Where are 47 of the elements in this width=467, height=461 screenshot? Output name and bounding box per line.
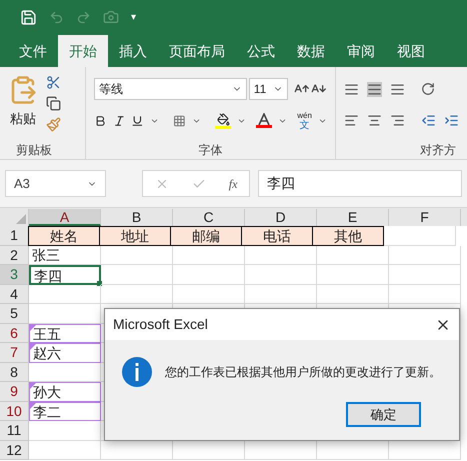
row-header[interactable]: 7 [0, 343, 29, 362]
ribbon-tab[interactable]: 页面布局 [158, 35, 236, 67]
row-header[interactable]: 9 [0, 382, 29, 402]
row-header[interactable]: 5 [0, 304, 29, 324]
table-cell: 李四 [29, 265, 101, 284]
table-cell: 孙大 [29, 382, 101, 402]
row-header[interactable]: 8 [0, 362, 29, 382]
ribbon-tab[interactable]: 文件 [8, 35, 58, 67]
group-label: 对齐方 [419, 142, 457, 159]
row-header[interactable]: 6 [0, 324, 29, 343]
row-header[interactable]: 10 [0, 402, 29, 421]
table-cell: 赵六 [29, 343, 101, 362]
table-cell: 电话 [241, 226, 313, 246]
table-cell: 王五 [29, 324, 101, 343]
table-cell: 姓名 [28, 226, 100, 246]
column-header[interactable]: A [29, 209, 101, 226]
formula-field[interactable]: 李四 [258, 170, 462, 197]
row-header[interactable]: 3 [0, 265, 29, 284]
dialog-message: 您的工作表已根据其他用户所做的更改进行了更新。 [165, 364, 441, 381]
ok-button[interactable]: 确定 [346, 402, 421, 427]
group-label: 字体 [198, 142, 222, 159]
ribbon-tab[interactable]: 数据 [286, 35, 336, 67]
font-size-field[interactable]: 11 [248, 78, 288, 100]
phonetic-button[interactable]: wén 文 [297, 110, 312, 130]
insert-function-button[interactable]: fx [228, 174, 238, 192]
font-name-field[interactable]: 等线 [94, 78, 247, 100]
row-header[interactable]: 1 [0, 226, 29, 246]
ribbon-tab[interactable]: 开始 [58, 35, 108, 67]
table-cell: 李二 [29, 402, 101, 421]
name-box[interactable]: A3 [5, 170, 106, 197]
table-cell: 其他 [312, 226, 384, 246]
table-cell: 张三 [29, 246, 101, 265]
group-label: 剪贴板 [15, 142, 53, 159]
table-cell: 邮编 [170, 226, 242, 246]
ribbon-tab[interactable]: 审阅 [336, 35, 386, 67]
row-header[interactable]: 2 [0, 246, 29, 265]
ribbon-tab[interactable]: 公式 [236, 35, 286, 67]
table-cell: 地址 [99, 226, 171, 246]
paste-button[interactable]: 粘贴 [8, 75, 38, 135]
dialog-title: Microsoft Excel [113, 315, 208, 334]
ribbon-tab[interactable]: 视图 [386, 35, 436, 67]
customize-toolbar-button[interactable]: ▾ [131, 10, 136, 24]
row-header[interactable]: 4 [0, 284, 29, 304]
row-header[interactable]: 12 [0, 440, 29, 460]
ribbon-tab[interactable]: 插入 [108, 35, 158, 67]
row-header[interactable]: 11 [0, 421, 29, 440]
column-header[interactable]: F [389, 209, 461, 226]
